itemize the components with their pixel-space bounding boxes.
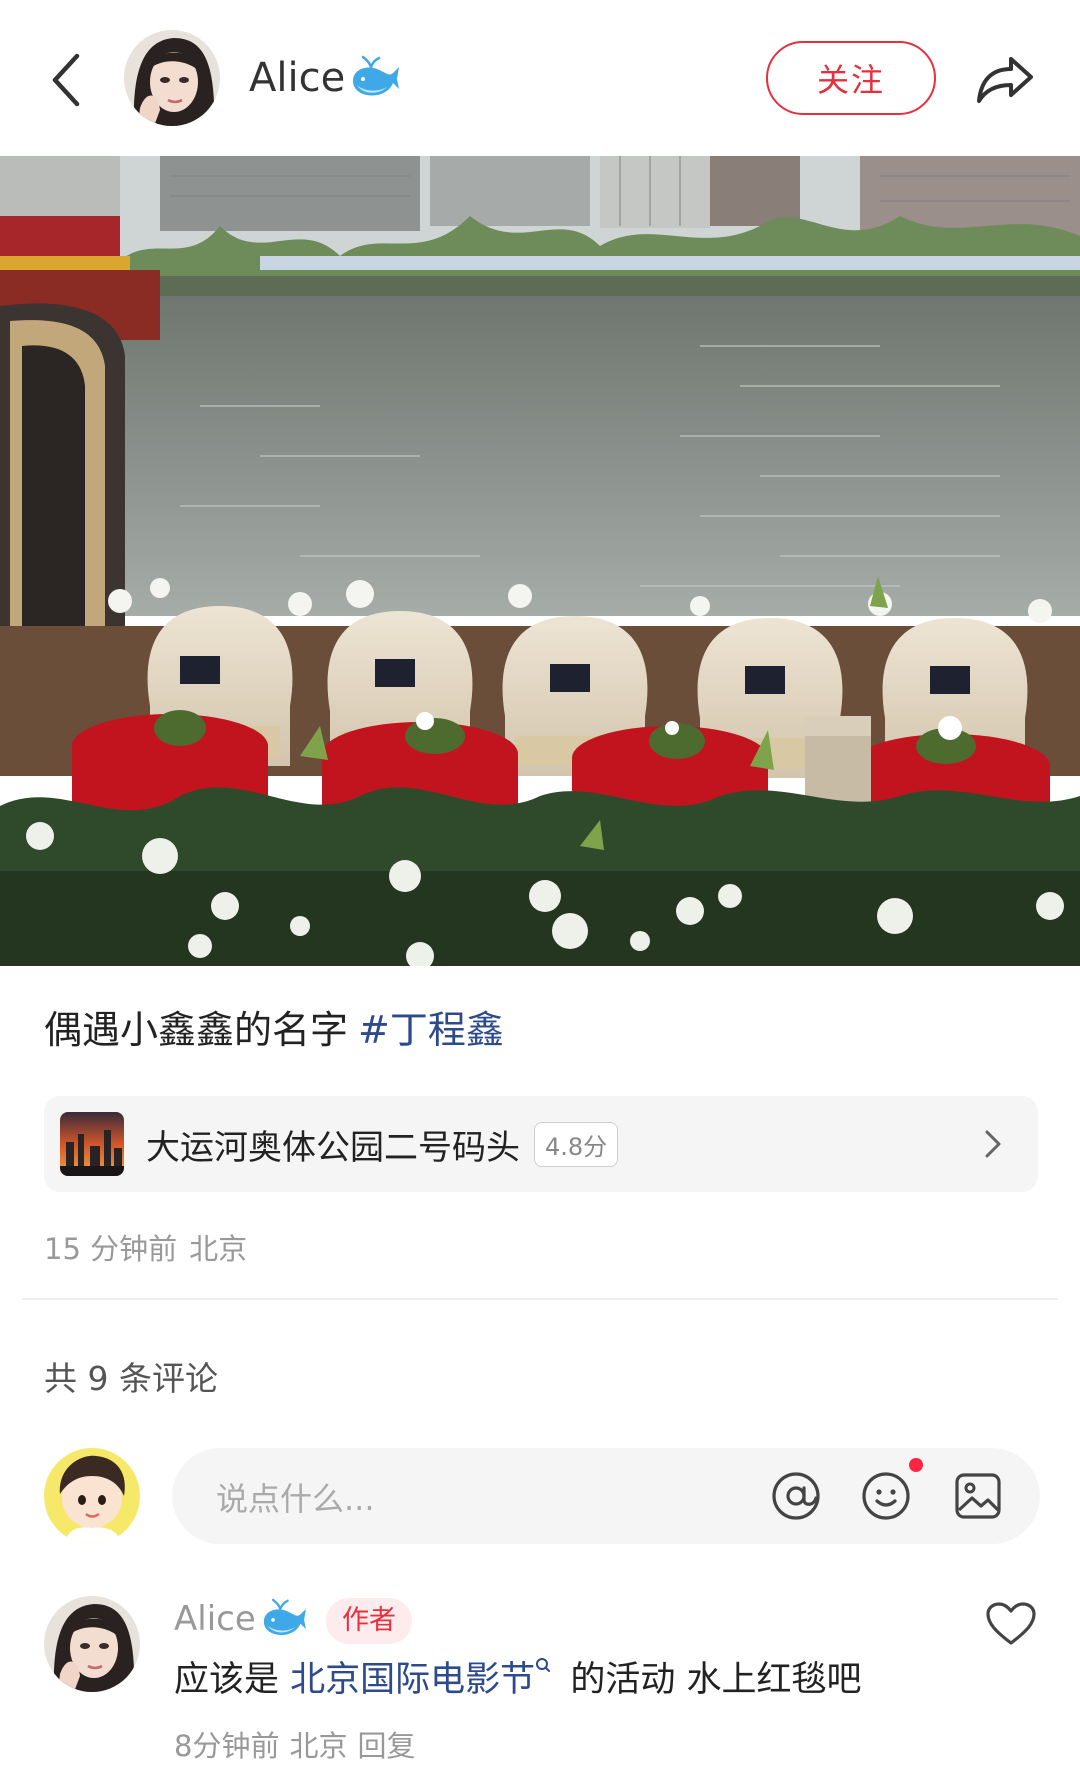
location-card[interactable]: 大运河奥体公园二号码头 4.8分 [44,1096,1038,1192]
comment-link[interactable]: 北京国际电影节 [290,1658,559,1700]
emoji-icon[interactable] [860,1470,912,1522]
whale-icon [353,55,400,96]
location-rating: 4.8分 [534,1121,619,1167]
comment-count: 共 9 条评论 [44,1359,218,1398]
chevron-right-icon [985,1130,1001,1158]
comment-input[interactable]: 说点什么... [172,1448,1040,1544]
location-name: 大运河奥体公园二号码头 [146,1127,520,1168]
post-text: 偶遇小鑫鑫的名字 #丁程鑫 [44,1004,504,1056]
heart-icon[interactable] [985,1601,1037,1647]
hashtag-link[interactable]: #丁程鑫 [358,1008,504,1052]
author-badge: 作者 [326,1598,412,1644]
comment-link-text: 北京国际电影节 [290,1660,536,1700]
comment-text-prefix: 应该是 [174,1660,280,1700]
comment-text-suffix: 的活动 水上红毯吧 [570,1660,862,1700]
top-bar: Alice 关注 [0,0,1080,156]
reply-button[interactable]: 回复 [357,1729,415,1763]
author-name[interactable]: Alice [249,52,401,104]
back-button[interactable] [40,50,92,110]
post-meta: 15 分钟前 北京 [44,1226,259,1268]
back-arrow-icon [52,53,80,107]
post-time: 15 分钟前 [44,1232,178,1266]
location-thumbnail [60,1112,124,1176]
follow-button[interactable]: 关注 [766,41,936,115]
post-region: 北京 [189,1232,248,1266]
comment-time: 8分钟前 [174,1729,280,1763]
comment-region: 北京 [289,1729,348,1763]
whale-icon [263,1598,306,1635]
image-icon[interactable] [952,1470,1004,1522]
comment-input-placeholder: 说点什么... [216,1480,375,1518]
commenter-avatar[interactable] [44,1596,140,1692]
commenter-name[interactable]: Alice [174,1598,308,1640]
author-avatar[interactable] [124,30,220,126]
post-photo[interactable] [0,156,1080,966]
share-icon [977,57,1033,103]
search-link-icon [536,1658,551,1672]
share-button[interactable] [970,44,1040,114]
at-icon[interactable] [770,1470,822,1522]
divider [22,1298,1058,1300]
commenter-name-text: Alice [174,1599,256,1639]
comment-meta: 8分钟前 北京 回复 [174,1723,425,1765]
post-caption: 偶遇小鑫鑫的名字 [44,1008,349,1052]
my-avatar[interactable] [44,1448,140,1544]
author-name-text: Alice [249,55,346,101]
comment-text: 应该是 北京国际电影节 的活动 水上红毯吧 [174,1655,861,1705]
notification-dot [909,1458,923,1472]
